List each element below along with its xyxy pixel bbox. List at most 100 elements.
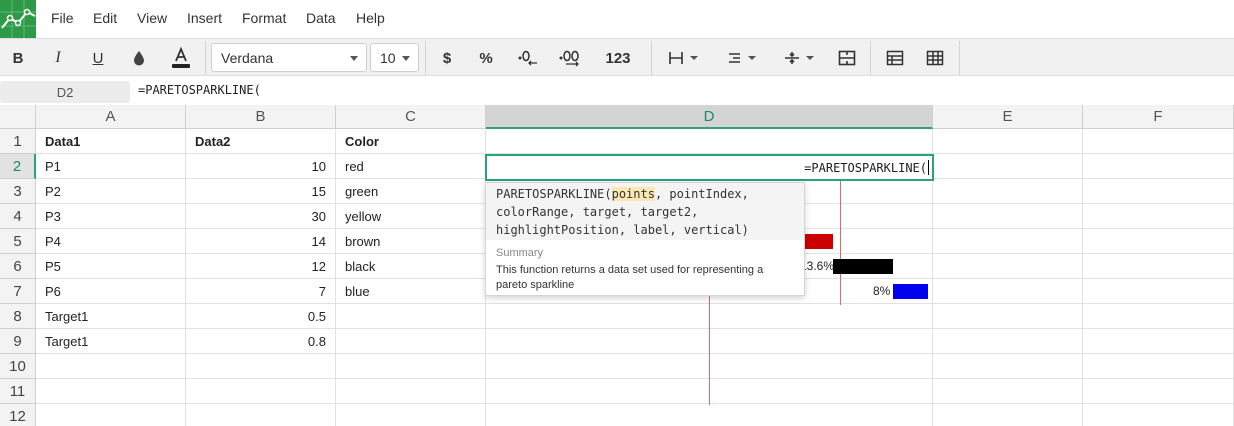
cell-a7[interactable]: P6 [36,279,186,304]
formula-input[interactable]: =PARETOSPARKLINE( [138,83,261,97]
cell-editor-d2[interactable]: =PARETOSPARKLINE( [485,154,934,181]
cell-e6[interactable] [933,254,1083,279]
menu-data[interactable]: Data [306,10,336,26]
cell-b3[interactable]: 15 [186,179,336,204]
column-header-d[interactable]: D [486,105,933,129]
cell-e7[interactable] [933,279,1083,304]
cell-c4[interactable]: yellow [336,204,486,229]
cell-b9[interactable]: 0.8 [186,329,336,354]
cell-e9[interactable] [933,329,1083,354]
cell-a12[interactable] [36,404,186,426]
cell-e10[interactable] [933,354,1083,379]
cell-f5[interactable] [1083,229,1234,254]
menu-view[interactable]: View [137,10,167,26]
row-header-4[interactable]: 4 [0,204,36,229]
fill-color-button[interactable] [128,45,150,71]
cell-a9[interactable]: Target1 [36,329,186,354]
column-header-c[interactable]: C [336,105,486,129]
decrease-decimal-button[interactable] [515,45,541,71]
font-size-select[interactable]: 10 [370,43,419,72]
increase-decimal-button[interactable] [557,45,583,71]
merge-cells-button[interactable] [836,45,858,71]
cell-f7[interactable] [1083,279,1234,304]
cell-a6[interactable]: P5 [36,254,186,279]
menu-format[interactable]: Format [242,10,286,26]
column-header-b[interactable]: B [186,105,336,129]
cell-a11[interactable] [36,379,186,404]
cell-c5[interactable]: brown [336,229,486,254]
cell-c1[interactable]: Color [336,129,486,154]
row-header-11[interactable]: 11 [0,379,36,404]
cell-b12[interactable] [186,404,336,426]
cell-b5[interactable]: 14 [186,229,336,254]
cell-e2[interactable] [933,154,1083,179]
cell-e5[interactable] [933,229,1083,254]
cell-f6[interactable] [1083,254,1234,279]
font-family-select[interactable]: Verdana [211,43,367,72]
number-format-button[interactable]: 123 [600,45,636,71]
cell-a10[interactable] [36,354,186,379]
cell-e8[interactable] [933,304,1083,329]
freeze-columns-button[interactable] [924,45,946,71]
cell-a8[interactable]: Target1 [36,304,186,329]
menu-file[interactable]: File [51,10,74,26]
vertical-align-button[interactable] [776,45,822,71]
select-all-corner[interactable] [0,105,36,129]
menu-help[interactable]: Help [356,10,385,26]
cell-c6[interactable]: black [336,254,486,279]
cell-f11[interactable] [1083,379,1234,404]
cell-c2[interactable]: red [336,154,486,179]
cell-d1[interactable] [486,129,933,154]
cell-c7[interactable]: blue [336,279,486,304]
cell-c11[interactable] [336,379,486,404]
cell-c8[interactable] [336,304,486,329]
row-header-12[interactable]: 12 [0,404,36,426]
menu-edit[interactable]: Edit [93,10,117,26]
cell-c3[interactable]: green [336,179,486,204]
cell-f4[interactable] [1083,204,1234,229]
menu-insert[interactable]: Insert [187,10,222,26]
cell-a1[interactable]: Data1 [36,129,186,154]
cell-e3[interactable] [933,179,1083,204]
cell-a2[interactable]: P1 [36,154,186,179]
cell-f10[interactable] [1083,354,1234,379]
text-color-button[interactable] [169,45,193,71]
cell-c10[interactable] [336,354,486,379]
cell-b10[interactable] [186,354,336,379]
cell-a3[interactable]: P2 [36,179,186,204]
underline-button[interactable]: U [88,45,108,71]
cell-f9[interactable] [1083,329,1234,354]
cell-e4[interactable] [933,204,1083,229]
cell-f3[interactable] [1083,179,1234,204]
cell-b4[interactable]: 30 [186,204,336,229]
column-header-e[interactable]: E [933,105,1083,129]
row-header-5[interactable]: 5 [0,229,36,254]
cell-b8[interactable]: 0.5 [186,304,336,329]
cell-b2[interactable]: 10 [186,154,336,179]
percent-format-button[interactable]: % [475,45,497,71]
cell-f8[interactable] [1083,304,1234,329]
row-header-6[interactable]: 6 [0,254,36,279]
row-header-9[interactable]: 9 [0,329,36,354]
cell-c12[interactable] [336,404,486,426]
row-header-2[interactable]: 2 [0,154,36,179]
row-header-3[interactable]: 3 [0,179,36,204]
row-header-7[interactable]: 7 [0,279,36,304]
cell-f1[interactable] [1083,129,1234,154]
currency-format-button[interactable]: $ [437,45,457,71]
column-header-f[interactable]: F [1083,105,1234,129]
cell-f2[interactable] [1083,154,1234,179]
cell-b7[interactable]: 7 [186,279,336,304]
cell-e1[interactable] [933,129,1083,154]
row-header-10[interactable]: 10 [0,354,36,379]
cell-b11[interactable] [186,379,336,404]
italic-button[interactable]: I [48,45,68,71]
cell-e11[interactable] [933,379,1083,404]
borders-button[interactable] [660,45,706,71]
cell-name-box[interactable]: D2 [0,81,130,103]
cell-a5[interactable]: P4 [36,229,186,254]
bold-button[interactable]: B [8,45,28,71]
cell-e12[interactable] [933,404,1083,426]
column-header-a[interactable]: A [36,105,186,129]
cell-d12[interactable] [486,404,933,426]
